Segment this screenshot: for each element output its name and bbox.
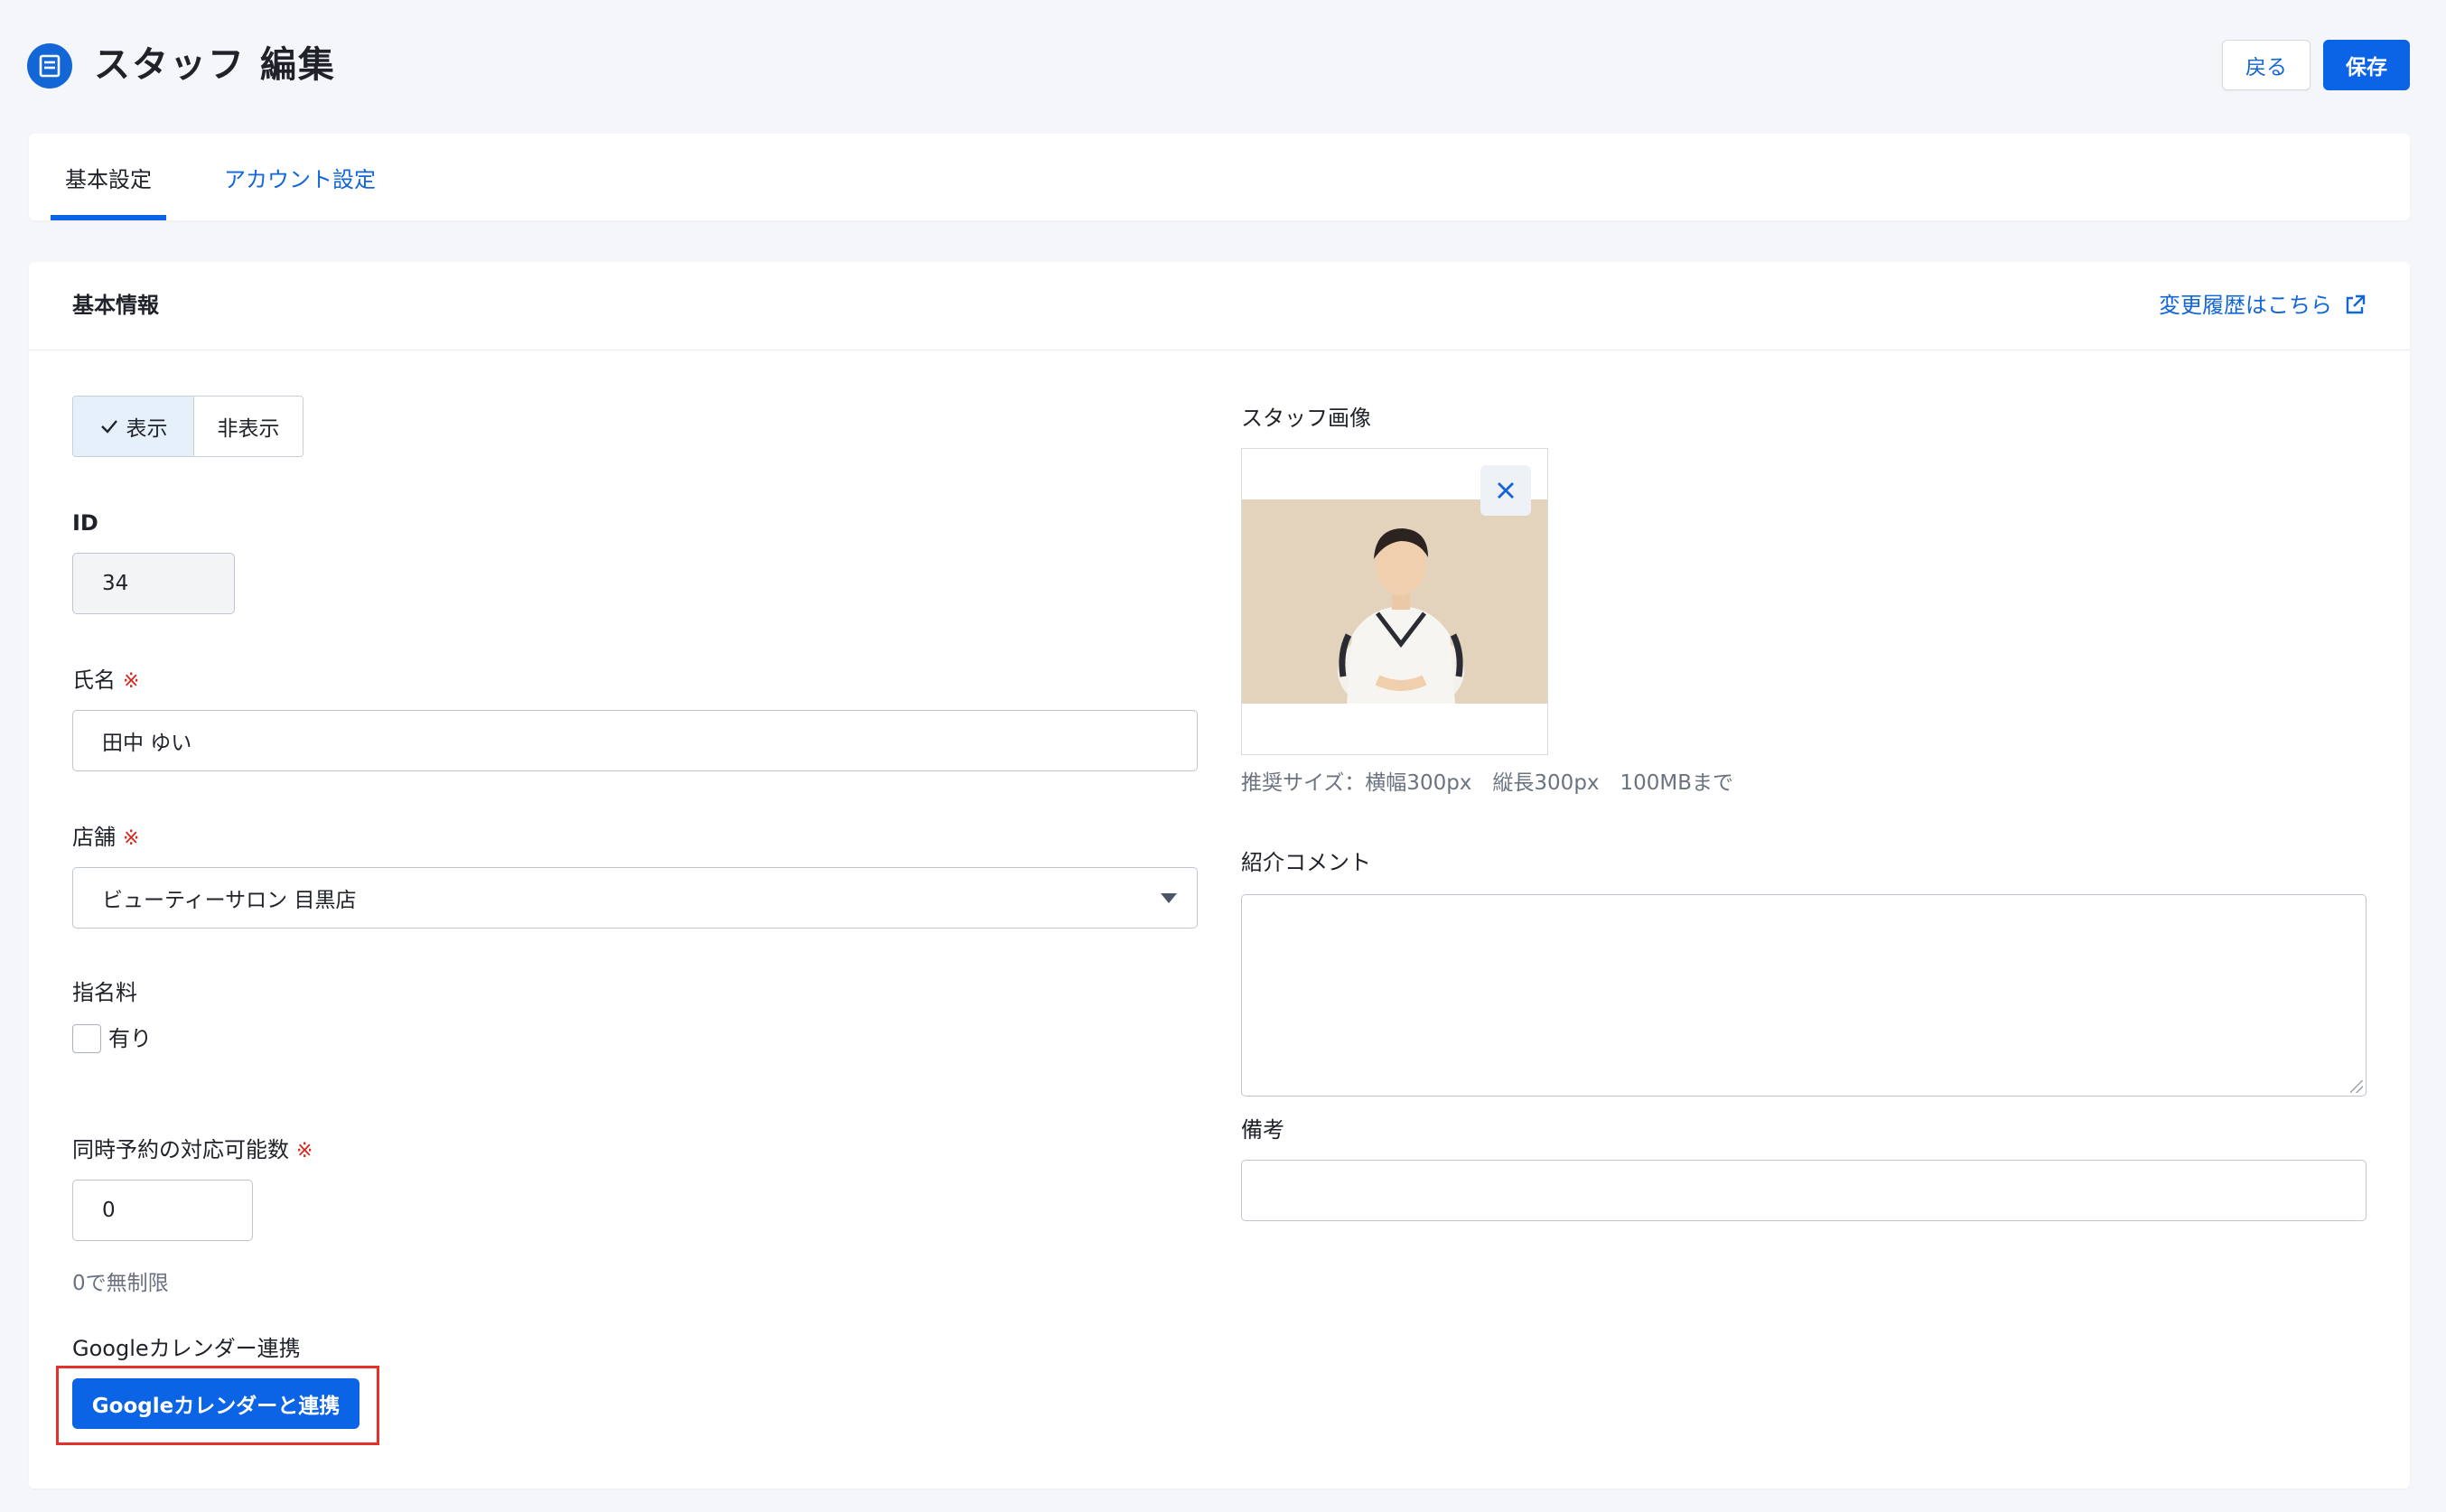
- staff-photo: [1242, 499, 1547, 704]
- page-header: スタッフ 編集 戻る 保存: [27, 36, 2410, 94]
- basic-info-card: 基本情報 変更履歴はこちら 表示 非表示 ID 34 氏名 ※ 田中 ゆい 店舗 ※…: [29, 262, 2410, 1489]
- concurrent-input[interactable]: 0: [72, 1180, 253, 1241]
- resize-handle[interactable]: [2350, 1080, 2363, 1093]
- card-header: 基本情報 変更履歴はこちら: [29, 262, 2410, 350]
- store-select[interactable]: ビューティーサロン 目黒店: [72, 867, 1198, 929]
- concurrent-label-text: 同時予約の対応可能数: [72, 1137, 289, 1162]
- notes-label: 備考: [1241, 1117, 1284, 1143]
- tab-account-settings[interactable]: アカウント設定: [191, 134, 408, 220]
- visibility-option-show[interactable]: 表示: [73, 397, 194, 456]
- id-field: 34: [72, 553, 235, 614]
- google-calendar-label: Googleカレンダー連携: [72, 1336, 301, 1361]
- nomination-fee-label: 指名料: [72, 980, 137, 1005]
- visibility-option-hide[interactable]: 非表示: [194, 397, 303, 456]
- concurrent-hint: 0で無制限: [72, 1272, 169, 1295]
- visibility-toggle: 表示 非表示: [72, 396, 303, 457]
- name-label: 氏名 ※: [72, 665, 139, 697]
- external-link-icon: [2346, 294, 2366, 314]
- concurrent-label: 同時予約の対応可能数 ※: [72, 1134, 313, 1167]
- document-icon: [27, 43, 72, 89]
- required-mark: ※: [123, 827, 140, 850]
- store-label-text: 店舗: [72, 825, 116, 850]
- tab-basic-settings[interactable]: 基本設定: [51, 134, 166, 220]
- required-mark: ※: [123, 670, 140, 693]
- back-button[interactable]: 戻る: [2222, 40, 2311, 90]
- store-label: 店舗 ※: [72, 822, 139, 854]
- name-label-text: 氏名: [72, 667, 116, 693]
- check-icon: [100, 420, 117, 434]
- page-title: スタッフ 編集: [94, 44, 336, 86]
- nomination-fee-checkbox[interactable]: [72, 1024, 101, 1053]
- intro-comment-label: 紹介コメント: [1241, 850, 1371, 875]
- close-icon: [1498, 482, 1514, 499]
- intro-comment-textarea[interactable]: [1241, 894, 2367, 1097]
- remove-image-button[interactable]: [1480, 465, 1531, 516]
- name-input[interactable]: 田中 ゆい: [72, 710, 1198, 771]
- tab-bar: 基本設定 アカウント設定: [29, 134, 2410, 220]
- required-mark: ※: [296, 1140, 313, 1162]
- id-label: ID: [72, 510, 98, 536]
- history-link-label[interactable]: 変更履歴はこちら: [2159, 289, 2332, 322]
- google-calendar-connect-button[interactable]: Googleカレンダーと連携: [72, 1378, 359, 1429]
- staff-image-preview[interactable]: [1241, 448, 1548, 755]
- notes-input[interactable]: [1241, 1160, 2367, 1221]
- save-button[interactable]: 保存: [2323, 40, 2410, 90]
- nomination-fee-checkbox-label[interactable]: 有り: [108, 1023, 152, 1054]
- chevron-down-icon: [1161, 893, 1177, 903]
- visibility-option-show-label: 表示: [126, 417, 168, 441]
- history-link[interactable]: 変更履歴はこちら: [2159, 289, 2367, 322]
- staff-image-label: スタッフ画像: [1241, 406, 1371, 431]
- store-select-value: ビューティーサロン 目黒店: [102, 889, 357, 912]
- staff-image-hint: 推奨サイズ：横幅300px 縦長300px 100MBまで: [1241, 771, 1734, 795]
- card-title: 基本情報: [72, 293, 159, 318]
